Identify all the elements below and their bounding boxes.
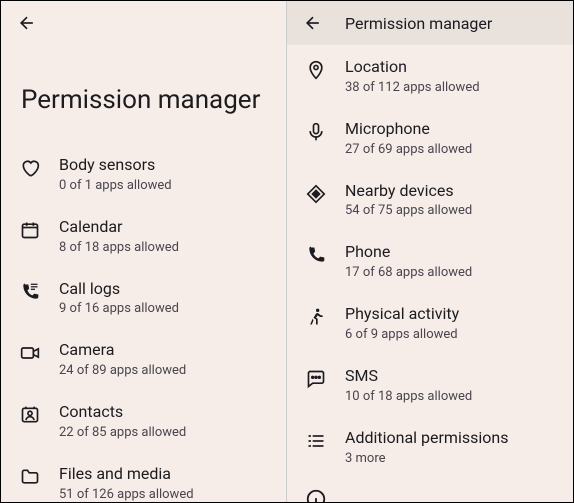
topbar-right: Permission manager [287, 1, 573, 45]
perm-sub: 0 of 1 apps allowed [59, 178, 172, 193]
perm-sub: 10 of 18 apps allowed [345, 389, 472, 404]
perm-item-sms[interactable]: SMS 10 of 18 apps allowed [293, 354, 567, 416]
permission-list-left: Body sensors 0 of 1 apps allowed Calenda… [1, 143, 286, 502]
perm-title: SMS [345, 366, 472, 387]
perm-text: SMS 10 of 18 apps allowed [345, 366, 472, 404]
page-title: Permission manager [1, 45, 286, 143]
perm-text: Location 38 of 112 apps allowed [345, 57, 480, 95]
perm-sub: 51 of 126 apps allowed [59, 487, 194, 502]
perm-item-microphone[interactable]: Microphone 27 of 69 apps allowed [293, 107, 567, 169]
perm-text: Camera 24 of 89 apps allowed [59, 340, 186, 378]
perm-text: Body sensors 0 of 1 apps allowed [59, 155, 172, 193]
perm-item-additional[interactable]: Additional permissions 3 more [293, 416, 567, 478]
perm-sub: 17 of 68 apps allowed [345, 265, 472, 280]
perm-item-body-sensors[interactable]: Body sensors 0 of 1 apps allowed [7, 143, 280, 205]
panel-right: Permission manager Location 38 of 112 ap… [287, 1, 573, 502]
perm-item-phone[interactable]: Phone 17 of 68 apps allowed [293, 230, 567, 292]
perm-text: Additional permissions 3 more [345, 428, 508, 466]
perm-text: Contacts 22 of 85 apps allowed [59, 402, 186, 440]
topbar-left [1, 1, 286, 45]
perm-title: Nearby devices [345, 181, 472, 202]
perm-item-contacts[interactable]: Contacts 22 of 85 apps allowed [7, 390, 280, 452]
sms-icon [305, 368, 327, 390]
perm-text: Call logs 9 of 16 apps allowed [59, 279, 179, 317]
camera-icon [19, 342, 41, 364]
folder-icon [19, 466, 41, 488]
info-footer [287, 478, 573, 502]
location-icon [305, 59, 327, 81]
perm-sub: 38 of 112 apps allowed [345, 80, 480, 95]
call-log-icon [19, 281, 41, 303]
perm-sub: 8 of 18 apps allowed [59, 240, 179, 255]
perm-item-files[interactable]: Files and media 51 of 126 apps allowed [7, 452, 280, 502]
back-button[interactable] [15, 11, 39, 35]
info-icon [305, 488, 327, 502]
back-button[interactable] [301, 11, 325, 35]
perm-item-location[interactable]: Location 38 of 112 apps allowed [293, 45, 567, 107]
perm-sub: 9 of 16 apps allowed [59, 301, 179, 316]
perm-text: Nearby devices 54 of 75 apps allowed [345, 181, 472, 219]
perm-item-activity[interactable]: Physical activity 6 of 9 apps allowed [293, 292, 567, 354]
perm-text: Physical activity 6 of 9 apps allowed [345, 304, 459, 342]
info-button[interactable] [305, 488, 327, 502]
perm-sub: 22 of 85 apps allowed [59, 425, 186, 440]
perm-text: Phone 17 of 68 apps allowed [345, 242, 472, 280]
perm-title: Calendar [59, 217, 179, 238]
perm-item-nearby[interactable]: Nearby devices 54 of 75 apps allowed [293, 169, 567, 231]
perm-title: Contacts [59, 402, 186, 423]
panel-left: Permission manager Body sensors 0 of 1 a… [1, 1, 287, 502]
perm-text: Files and media 51 of 126 apps allowed [59, 464, 194, 502]
arrow-back-icon [17, 13, 37, 33]
perm-title: Location [345, 57, 480, 78]
topbar-title: Permission manager [345, 14, 492, 33]
permission-list-right: Location 38 of 112 apps allowed Micropho… [287, 45, 573, 478]
perm-item-calendar[interactable]: Calendar 8 of 18 apps allowed [7, 205, 280, 267]
perm-sub: 27 of 69 apps allowed [345, 142, 472, 157]
perm-text: Microphone 27 of 69 apps allowed [345, 119, 472, 157]
perm-text: Calendar 8 of 18 apps allowed [59, 217, 179, 255]
perm-title: Camera [59, 340, 186, 361]
activity-icon [305, 306, 327, 328]
perm-title: Body sensors [59, 155, 172, 176]
perm-title: Additional permissions [345, 428, 508, 449]
perm-title: Physical activity [345, 304, 459, 325]
perm-title: Files and media [59, 464, 194, 485]
perm-title: Microphone [345, 119, 472, 140]
contacts-icon [19, 404, 41, 426]
perm-item-call-logs[interactable]: Call logs 9 of 16 apps allowed [7, 267, 280, 329]
list-icon [305, 430, 327, 452]
heart-icon [19, 157, 41, 179]
perm-sub: 54 of 75 apps allowed [345, 203, 472, 218]
perm-sub: 6 of 9 apps allowed [345, 327, 459, 342]
perm-title: Call logs [59, 279, 179, 300]
nearby-icon [305, 183, 327, 205]
perm-item-camera[interactable]: Camera 24 of 89 apps allowed [7, 328, 280, 390]
phone-icon [305, 244, 327, 266]
perm-sub: 24 of 89 apps allowed [59, 363, 186, 378]
calendar-icon [19, 219, 41, 241]
perm-sub: 3 more [345, 451, 508, 466]
microphone-icon [305, 121, 327, 143]
perm-title: Phone [345, 242, 472, 263]
arrow-back-icon [303, 13, 323, 33]
